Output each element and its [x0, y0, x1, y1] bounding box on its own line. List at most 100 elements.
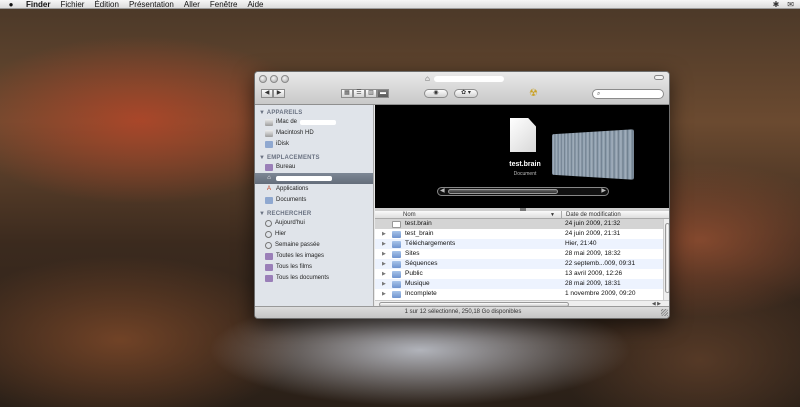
table-row[interactable]: ▶ Sites 28 mai 2009, 18:32	[375, 249, 670, 259]
column-view-button[interactable]: ▥	[365, 89, 377, 98]
toolbar-toggle-button[interactable]	[654, 75, 664, 80]
file-name: Téléchargements	[405, 239, 455, 249]
disclosure-triangle-icon[interactable]: ▶	[382, 239, 386, 249]
view-buttons: ▦ ☰ ▥ ▬	[341, 89, 389, 98]
sidebar-item-tous-les-documents[interactable]: Tous les documents	[255, 273, 373, 284]
folder-icon	[392, 231, 401, 238]
sidebar-item-label: Documents	[276, 195, 306, 206]
applications-icon: A	[265, 186, 273, 193]
forward-button[interactable]: ▶	[273, 89, 285, 98]
file-name: test_brain	[405, 229, 434, 239]
menu-fichier[interactable]: Fichier	[60, 0, 84, 9]
table-row[interactable]: test.brain 24 juin 2009, 21:32	[375, 219, 670, 229]
sidebar-item-label: Tous les documents	[276, 273, 329, 284]
imac-icon	[265, 119, 273, 126]
menu-aller[interactable]: Aller	[184, 0, 200, 9]
menu-aide[interactable]: Aide	[247, 0, 263, 9]
menu-presentation[interactable]: Présentation	[129, 0, 174, 9]
smart-folder-icon	[265, 275, 273, 282]
menu-bar: ● Finder Fichier Édition Présentation Al…	[0, 0, 800, 9]
quick-look-button[interactable]: ◉	[424, 89, 448, 98]
resize-grip-icon[interactable]	[661, 309, 668, 316]
sidebar-item-semaine-passee[interactable]: Semaine passée	[255, 240, 373, 251]
folder-icon	[392, 251, 401, 258]
folder-icon	[392, 241, 401, 248]
table-row[interactable]: ▶ Public 13 avril 2009, 12:26	[375, 269, 670, 279]
window-title-text	[434, 76, 504, 82]
column-header-date[interactable]: Date de modification	[566, 211, 621, 219]
burn-icon[interactable]: ☢	[529, 88, 538, 99]
sidebar-item-label: Bureau	[276, 162, 295, 173]
vertical-scroll-thumb[interactable]	[665, 223, 670, 293]
action-menu-button[interactable]: ✿ ▾	[454, 89, 478, 98]
file-date: 24 juin 2009, 21:31	[565, 229, 620, 239]
title-bar[interactable]: ⌂ ◀ ▶ ▦ ☰ ▥ ▬ ◉ ✿ ▾ ☢ ⌕	[255, 72, 669, 105]
smart-folder-icon	[265, 264, 273, 271]
search-icon: ⌕	[597, 91, 600, 97]
list-view-button[interactable]: ☰	[353, 89, 365, 98]
disclosure-triangle-icon[interactable]: ▶	[382, 259, 386, 269]
cover-flow-view[interactable]: test.brain Document ◀ ▶	[375, 105, 670, 208]
sidebar-item-label: Semaine passée	[275, 240, 320, 251]
sidebar-item-label: iMac de	[276, 117, 297, 128]
folder-icon	[392, 271, 401, 278]
table-row[interactable]: ▶ Musique 28 mai 2009, 18:31	[375, 279, 670, 289]
disclosure-triangle-icon[interactable]: ▶	[382, 279, 386, 289]
window-controls	[259, 75, 289, 83]
menu-edition[interactable]: Édition	[94, 0, 118, 9]
bluetooth-icon[interactable]: ✱	[773, 0, 780, 9]
column-divider[interactable]	[561, 211, 562, 219]
file-date: 28 mai 2009, 18:32	[565, 249, 621, 259]
sidebar-item-aujourdhui[interactable]: Aujourd'hui	[255, 218, 373, 229]
sidebar-item-label	[276, 176, 332, 181]
sidebar-item-applications[interactable]: A Applications	[255, 184, 373, 195]
sidebar-item-label: Macintosh HD	[276, 128, 314, 139]
scroll-left-icon[interactable]: ◀	[440, 188, 445, 195]
disclosure-triangle-icon[interactable]: ▶	[382, 229, 386, 239]
clock-icon	[265, 220, 272, 227]
sidebar-item-documents[interactable]: Documents	[255, 195, 373, 206]
coverflow-scroll-thumb[interactable]	[448, 189, 558, 194]
sidebar-item-idisk[interactable]: iDisk	[255, 139, 373, 150]
folder-stack-preview[interactable]	[552, 129, 634, 180]
menu-fenetre[interactable]: Fenêtre	[210, 0, 238, 9]
scroll-right-icon[interactable]: ▶	[601, 188, 606, 195]
file-name: Public	[405, 269, 423, 279]
sidebar-item-imac[interactable]: iMac de	[255, 117, 373, 128]
sidebar-item-label: iDisk	[276, 139, 289, 150]
zoom-button[interactable]	[281, 75, 289, 83]
disclosure-triangle-icon[interactable]: ▶	[382, 289, 386, 299]
menu-finder[interactable]: Finder	[26, 0, 50, 9]
table-row[interactable]: ▶ test_brain 24 juin 2009, 21:31	[375, 229, 670, 239]
icon-view-button[interactable]: ▦	[341, 89, 353, 98]
sidebar-item-home[interactable]: ⌂	[255, 173, 373, 184]
table-row[interactable]: ▶ Séquences 22 septemb...009, 09:31	[375, 259, 670, 269]
clock-icon	[265, 231, 272, 238]
toolbar: ◀ ▶ ▦ ☰ ▥ ▬ ◉ ✿ ▾ ☢ ⌕	[255, 88, 669, 102]
desktop-icon	[265, 164, 273, 171]
coverflow-item-name: test.brain	[501, 161, 549, 168]
sidebar-item-toutes-les-images[interactable]: Toutes les images	[255, 251, 373, 262]
close-button[interactable]	[259, 75, 267, 83]
table-row[interactable]: ▶ Téléchargements Hier, 21:40	[375, 239, 670, 249]
coverflow-view-button[interactable]: ▬	[377, 89, 389, 98]
apple-menu-icon[interactable]: ●	[6, 0, 16, 9]
mail-icon[interactable]: ✉	[787, 0, 794, 9]
folder-icon	[392, 291, 401, 298]
coverflow-item-kind: Document	[501, 171, 549, 177]
sidebar-item-hier[interactable]: Hier	[255, 229, 373, 240]
coverflow-scrollbar[interactable]: ◀ ▶	[437, 187, 609, 196]
file-date: 24 juin 2009, 21:32	[565, 219, 620, 229]
disclosure-triangle-icon[interactable]: ▶	[382, 249, 386, 259]
document-icon[interactable]	[510, 118, 536, 152]
search-field[interactable]: ⌕	[592, 89, 664, 99]
disclosure-triangle-icon[interactable]: ▶	[382, 269, 386, 279]
back-button[interactable]: ◀	[261, 89, 273, 98]
minimize-button[interactable]	[270, 75, 278, 83]
sidebar-item-bureau[interactable]: Bureau	[255, 162, 373, 173]
vertical-scrollbar[interactable]	[663, 219, 670, 300]
sidebar-item-macintosh-hd[interactable]: Macintosh HD	[255, 128, 373, 139]
table-row[interactable]: ▶ Incomplete 1 novembre 2009, 09:20	[375, 289, 670, 299]
sidebar-item-tous-les-films[interactable]: Tous les films	[255, 262, 373, 273]
column-header-name[interactable]: Nom	[403, 211, 416, 219]
